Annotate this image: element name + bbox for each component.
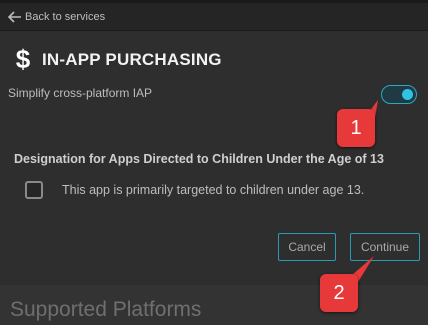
back-to-services-link[interactable]: Back to services bbox=[8, 8, 105, 26]
annotation-badge-2: 2 bbox=[320, 274, 358, 312]
dollar-icon: $ bbox=[15, 44, 31, 74]
iap-subtitle: Simplify cross-platform IAP bbox=[8, 86, 153, 100]
children-checkbox[interactable] bbox=[25, 181, 43, 199]
top-bar: Back to services bbox=[0, 0, 428, 31]
children-checkbox-label[interactable]: This app is primarily targeted to childr… bbox=[62, 183, 364, 197]
arrow-left-icon bbox=[8, 11, 21, 23]
annotation-badge-1: 1 bbox=[337, 109, 375, 147]
cancel-button[interactable]: Cancel bbox=[278, 233, 336, 261]
coppa-heading: Designation for Apps Directed to Childre… bbox=[14, 152, 384, 166]
page-header: $ IN-APP PURCHASING bbox=[10, 44, 222, 75]
supported-platforms-title: Supported Platforms bbox=[10, 298, 202, 321]
toggle-knob bbox=[402, 89, 413, 100]
tab-strip bbox=[0, 0, 428, 3]
page-title: IN-APP PURCHASING bbox=[42, 49, 222, 69]
back-label: Back to services bbox=[25, 11, 106, 23]
